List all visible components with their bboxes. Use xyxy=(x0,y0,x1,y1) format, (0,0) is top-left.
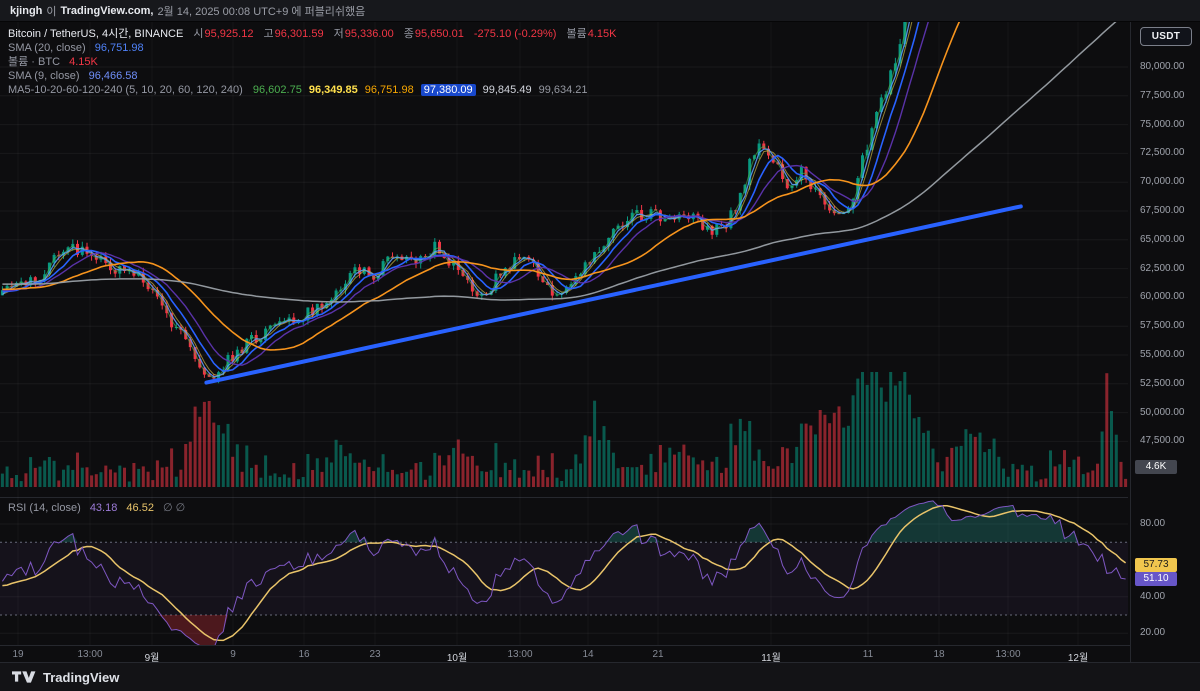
open-label: 시 xyxy=(193,28,203,40)
price-axis-column[interactable]: USDT 80,000.00 77,500.00 75,000.00 72,500.0… xyxy=(1130,22,1200,662)
price-legend: Bitcoin / TetherUS, 4시간, BINANCE 시95,925… xyxy=(8,27,617,97)
time-axis[interactable]: 1913:009월9162310월13:00142111월111813:0012… xyxy=(0,645,1130,662)
rsi-axis-label: 80.00 xyxy=(1131,518,1200,529)
rsi-label: RSI (14, close) xyxy=(8,502,81,514)
volume-indicator-label: 볼륨 · BTC xyxy=(8,56,60,68)
indicator-row-mas[interactable]: MA5-10-20-60-120-240 (5, 10, 20, 60, 120… xyxy=(8,83,617,97)
symbol-row: Bitcoin / TetherUS, 4시간, BINANCE 시95,925… xyxy=(8,27,617,41)
indicator-row-sma9[interactable]: SMA (9, close) 96,466.58 xyxy=(8,69,617,83)
price-axis-label: 55,000.00 xyxy=(1131,349,1200,360)
rsi-axis-label: 40.00 xyxy=(1131,591,1200,602)
footer-bar: TradingView xyxy=(0,662,1200,691)
price-axis-label: 65,000.00 xyxy=(1131,234,1200,245)
time-axis-label[interactable]: 9 xyxy=(230,649,236,660)
rsi-value-2: 46.52 xyxy=(126,502,154,514)
ma-value: 96,751.98 xyxy=(365,84,414,96)
time-axis-label[interactable]: 13:00 xyxy=(77,649,102,660)
open-value: 95,925.12 xyxy=(205,28,254,40)
tradingview-logo-icon[interactable] xyxy=(12,670,36,684)
time-axis-label[interactable]: 16 xyxy=(298,649,309,660)
site-link[interactable]: TradingView.com, xyxy=(61,5,154,17)
chart-region[interactable]: 1913:009월9162310월13:00142111월111813:0012… xyxy=(0,22,1130,662)
sma20-label: SMA (20, close) xyxy=(8,42,86,54)
publish-timestamp: 2월 14, 2025 00:08 UTC+9 에 퍼블리쉬했음 xyxy=(157,3,365,19)
rsi-axis-badge: 51.10 xyxy=(1135,572,1177,586)
close-label: 종 xyxy=(404,28,414,40)
price-axis-label: 77,500.00 xyxy=(1131,90,1200,101)
rsi-pane-chart[interactable] xyxy=(0,497,1130,645)
volume-axis-badge: 4.6K xyxy=(1135,460,1177,474)
time-axis-label[interactable]: 13:00 xyxy=(995,649,1020,660)
price-axis-label: 47,500.00 xyxy=(1131,435,1200,446)
author-name[interactable]: kjingh xyxy=(10,5,42,17)
currency-toggle-button[interactable]: USDT xyxy=(1140,27,1192,46)
high-label: 고 xyxy=(264,28,274,40)
change-value: -275.10 (-0.29%) xyxy=(474,28,557,40)
price-axis-label: 62,500.00 xyxy=(1131,263,1200,274)
time-axis-label[interactable]: 14 xyxy=(582,649,593,660)
price-axis-label: 60,000.00 xyxy=(1131,291,1200,302)
ma-value: 96,602.75 xyxy=(253,84,302,96)
price-axis-label: 67,500.00 xyxy=(1131,205,1200,216)
mas-label: MA5-10-20-60-120-240 (5, 10, 20, 60, 120… xyxy=(8,84,243,96)
price-axis-label: 75,000.00 xyxy=(1131,119,1200,130)
rsi-axis-label: 20.00 xyxy=(1131,627,1200,638)
volume-label: 볼륨 xyxy=(567,28,587,40)
low-label: 저 xyxy=(334,28,344,40)
price-axis-label: 50,000.00 xyxy=(1131,407,1200,418)
indicator-row-sma20[interactable]: SMA (20, close) 96,751.98 xyxy=(8,41,617,55)
low-value: 95,336.00 xyxy=(345,28,394,40)
time-axis-label[interactable]: 18 xyxy=(933,649,944,660)
sma9-value: 96,466.58 xyxy=(89,70,138,82)
ma-value: 96,349.85 xyxy=(309,84,358,96)
time-axis-label[interactable]: 21 xyxy=(652,649,663,660)
close-value: 95,650.01 xyxy=(415,28,464,40)
time-axis-label[interactable]: 11 xyxy=(863,649,873,660)
publish-info-bar: kjingh 이 TradingView.com, 2월 14, 2025 00… xyxy=(0,0,1200,22)
rsi-value-1: 43.18 xyxy=(90,502,118,514)
sma9-label: SMA (9, close) xyxy=(8,70,80,82)
price-axis-label: 72,500.00 xyxy=(1131,147,1200,158)
price-axis-label: 70,000.00 xyxy=(1131,176,1200,187)
price-axis-label: 52,500.00 xyxy=(1131,378,1200,389)
publish-connector-text: 이 xyxy=(46,3,56,19)
rsi-hidden-values: ∅ ∅ xyxy=(163,502,185,514)
mas-values-group: 96,602.75 96,349.85 96,751.98 97,380.09 99,8… xyxy=(246,84,588,96)
indicator-row-volume[interactable]: 볼륨 · BTC 4.15K xyxy=(8,55,617,69)
ma-value: 99,845.49 xyxy=(483,84,532,96)
rsi-axis-badge: 57.73 xyxy=(1135,558,1177,572)
time-axis-label[interactable]: 19 xyxy=(12,649,23,660)
high-value: 96,301.59 xyxy=(275,28,324,40)
volume-indicator-value: 4.15K xyxy=(69,56,98,68)
time-axis-label[interactable]: 23 xyxy=(369,649,380,660)
volume-value: 4.15K xyxy=(588,28,617,40)
price-axis-label: 57,500.00 xyxy=(1131,320,1200,331)
ma-value: 97,380.09 xyxy=(421,84,476,96)
price-axis-label: 80,000.00 xyxy=(1131,61,1200,72)
sma20-value: 96,751.98 xyxy=(95,42,144,54)
brand-name[interactable]: TradingView xyxy=(43,670,119,685)
symbol-title[interactable]: Bitcoin / TetherUS, 4시간, BINANCE xyxy=(8,28,183,40)
time-axis-label[interactable]: 13:00 xyxy=(507,649,532,660)
ma-value: 99,634.21 xyxy=(539,84,588,96)
tradingview-published-chart: kjingh 이 TradingView.com, 2월 14, 2025 00… xyxy=(0,0,1200,691)
rsi-legend[interactable]: RSI (14, close) 43.18 46.52 ∅ ∅ xyxy=(8,501,185,514)
